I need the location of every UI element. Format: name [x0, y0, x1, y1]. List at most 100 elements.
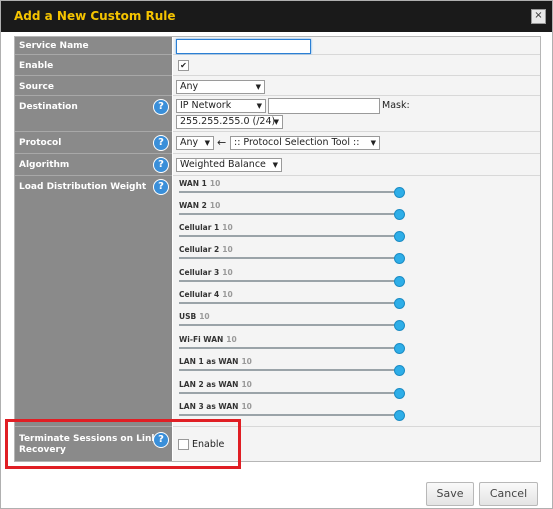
weight-label-lan-1: LAN 1 as WAN [179, 357, 239, 366]
protocol-value-cell: Any ▼ ← :: Protocol Selection Tool :: ▼ [173, 132, 540, 154]
weight-row-cellular-1: Cellular 1 10 [173, 223, 540, 245]
load-distribution-label: Load Distribution Weight [19, 182, 147, 192]
source-label: Source [19, 82, 54, 92]
enable-label: Enable [19, 61, 54, 71]
enable-label-cell: Enable [15, 55, 172, 76]
weight-row-wan-1: WAN 1 10 [173, 179, 540, 201]
weight-label-wan-2: WAN 2 [179, 201, 207, 210]
weight-slider-track[interactable] [179, 213, 399, 215]
load-distribution-help-icon[interactable]: ? [153, 179, 169, 195]
weight-slider-handle[interactable] [394, 209, 405, 220]
chevron-down-icon: ▼ [256, 102, 262, 110]
weight-slider-handle[interactable] [394, 298, 405, 309]
weight-label-cellular-1: Cellular 1 [179, 223, 220, 232]
protocol-label-cell: Protocol ? [15, 132, 172, 154]
mask-select[interactable]: 255.255.255.0 (/24) ▼ [176, 115, 283, 129]
weight-slider-handle[interactable] [394, 365, 405, 376]
protocol-label: Protocol [19, 138, 62, 148]
weight-row-wifi-wan: Wi-Fi WAN 10 [173, 335, 540, 357]
destination-value-cell: IP Network ▼ Mask: 255.255.255.0 (/24) ▼ [173, 96, 540, 132]
weight-row-usb: USB 10 [173, 312, 540, 334]
algorithm-value-cell: Weighted Balance ▼ [173, 154, 540, 176]
weight-value-wan-2: 10 [209, 201, 221, 210]
weight-slider-handle[interactable] [394, 276, 405, 287]
source-value-cell: Any ▼ [173, 76, 540, 96]
weight-value-lan-1: 10 [241, 357, 252, 366]
mask-label: Mask: [382, 100, 410, 111]
chevron-down-icon: ▼ [273, 118, 279, 126]
weight-label-wan-1: WAN 1 [179, 179, 207, 188]
weight-value-usb: 10 [199, 312, 210, 321]
weight-slider-track[interactable] [179, 392, 399, 394]
source-select-value: Any [180, 81, 199, 92]
service-name-value-cell [173, 37, 540, 55]
weight-value-cellular-2: 10 [222, 245, 233, 254]
weight-label-cellular-2: Cellular 2 [179, 245, 220, 254]
weight-label-usb: USB [179, 312, 197, 321]
protocol-select-value: Any [180, 137, 199, 148]
destination-label-cell: Destination ? [15, 96, 172, 132]
weight-value-cellular-3: 10 [222, 268, 233, 277]
arrow-left-icon: ← [217, 136, 227, 149]
weight-value-wifi-wan: 10 [226, 335, 237, 344]
protocol-select[interactable]: Any ▼ [176, 136, 214, 150]
source-label-cell: Source [15, 76, 172, 96]
cancel-button[interactable]: Cancel [479, 482, 538, 506]
weight-slider-handle[interactable] [394, 320, 405, 331]
weight-value-wan-1: 10 [209, 179, 221, 188]
highlight-annotation-box [5, 419, 241, 469]
save-button[interactable]: Save [426, 482, 474, 506]
weight-row-cellular-3: Cellular 3 10 [173, 268, 540, 290]
service-name-label: Service Name [19, 41, 89, 51]
load-distribution-label-cell: Load Distribution Weight ? [15, 176, 172, 427]
destination-type-select[interactable]: IP Network ▼ [176, 99, 266, 113]
weight-slider-handle[interactable] [394, 388, 405, 399]
algorithm-help-icon[interactable]: ? [153, 157, 169, 173]
enable-checkbox[interactable]: ✔ [178, 60, 189, 71]
close-icon[interactable]: × [531, 9, 546, 24]
weight-label-cellular-4: Cellular 4 [179, 290, 220, 299]
source-select[interactable]: Any ▼ [176, 80, 265, 94]
algorithm-select-value: Weighted Balance [180, 159, 266, 170]
rule-form: Service Name Enable ✔ Source Any ▼ Desti… [14, 36, 541, 462]
weight-row-lan-2: LAN 2 as WAN 10 [173, 380, 540, 402]
custom-rule-dialog: Add a New Custom Rule × Service Name Ena… [0, 0, 553, 509]
weight-slider-track[interactable] [179, 280, 399, 282]
dialog-titlebar: Add a New Custom Rule × [1, 1, 552, 32]
weight-slider-handle[interactable] [394, 343, 405, 354]
weight-label-wifi-wan: Wi-Fi WAN [179, 335, 224, 344]
weight-slider-track[interactable] [179, 414, 399, 416]
service-name-label-cell: Service Name [15, 37, 172, 55]
weight-row-wan-2: WAN 2 10 [173, 201, 540, 223]
algorithm-select[interactable]: Weighted Balance ▼ [176, 158, 282, 172]
chevron-down-icon: ▼ [204, 139, 210, 147]
weight-row-cellular-2: Cellular 2 10 [173, 245, 540, 267]
weight-slider-handle[interactable] [394, 253, 405, 264]
protocol-tool-select[interactable]: :: Protocol Selection Tool :: ▼ [230, 136, 380, 150]
destination-type-value: IP Network [180, 100, 232, 111]
weight-slider-handle[interactable] [394, 231, 405, 242]
weight-slider-track[interactable] [179, 324, 399, 326]
algorithm-label-cell: Algorithm ? [15, 154, 172, 176]
chevron-down-icon: ▼ [255, 83, 261, 91]
service-name-input[interactable] [176, 39, 311, 54]
load-distribution-value-cell: WAN 1 10 WAN 2 10 Cellular 1 10 Cellular 21… [173, 176, 540, 427]
weight-slider-handle[interactable] [394, 410, 405, 421]
protocol-help-icon[interactable]: ? [153, 135, 169, 151]
destination-ip-input[interactable] [268, 98, 380, 114]
weight-slider-track[interactable] [179, 347, 399, 349]
weight-slider-track[interactable] [179, 257, 399, 259]
weight-label-cellular-3: Cellular 3 [179, 268, 220, 277]
weight-slider-track[interactable] [179, 191, 399, 193]
weight-slider-track[interactable] [179, 235, 399, 237]
weight-slider-handle[interactable] [394, 187, 405, 198]
mask-select-value: 255.255.255.0 (/24) [180, 116, 276, 127]
enable-value-cell: ✔ [173, 55, 540, 76]
weight-row-cellular-4: Cellular 4 10 [173, 290, 540, 312]
destination-help-icon[interactable]: ? [153, 99, 169, 115]
weight-slider-track[interactable] [179, 302, 399, 304]
weight-slider-track[interactable] [179, 369, 399, 371]
protocol-tool-value: :: Protocol Selection Tool :: [234, 137, 360, 148]
weight-value-lan-2: 10 [241, 380, 252, 389]
dialog-title: Add a New Custom Rule [14, 9, 176, 23]
